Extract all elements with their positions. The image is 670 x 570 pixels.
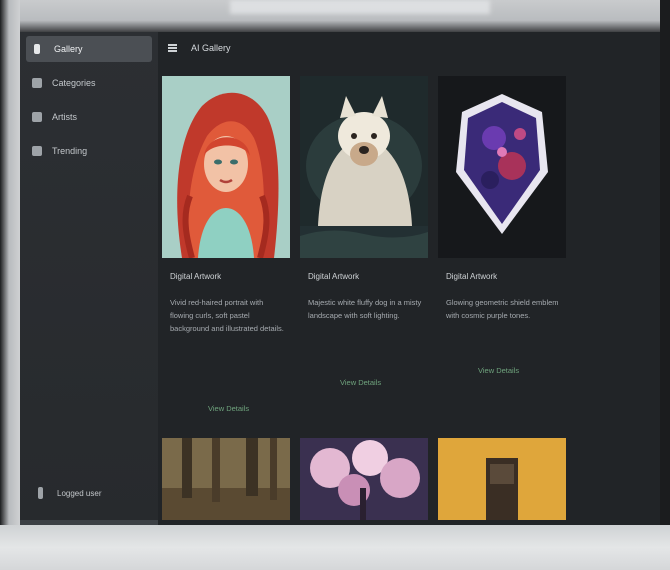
- red-hair-portrait-illustration: [162, 76, 290, 258]
- blossom-image: [300, 438, 428, 520]
- sidebar-item-label: Artists: [52, 112, 78, 122]
- white-dog-illustration: [300, 76, 428, 258]
- view-details-button[interactable]: View Details: [208, 404, 249, 413]
- artwork-card[interactable]: Digital Artwork Vivid red-haired portrai…: [162, 76, 290, 416]
- monitor-bezel-left: [0, 0, 20, 570]
- artwork-card[interactable]: Digital Artwork Glowing geometric shield…: [438, 76, 566, 416]
- user-label: Logged user: [57, 488, 102, 498]
- top-bar: AI Gallery: [158, 32, 660, 64]
- sidebar-item-label: Gallery: [54, 44, 83, 54]
- view-details-button[interactable]: View Details: [340, 378, 381, 387]
- page-title: AI Gallery: [191, 43, 231, 53]
- palette-icon: [32, 112, 42, 122]
- menu-icon[interactable]: [168, 44, 177, 52]
- artwork-image-portrait[interactable]: [162, 76, 290, 258]
- main-content: AI Gallery Digital Artwork Vivid red-hai…: [158, 32, 660, 526]
- sidebar-item-artists[interactable]: Artists: [26, 104, 152, 130]
- sidebar: Gallery Categories Artists Trending Logg…: [20, 32, 170, 526]
- sidebar-item-label: Categories: [52, 78, 96, 88]
- blossom-thumbnail[interactable]: [300, 438, 428, 520]
- grid-icon: [32, 78, 42, 88]
- monitor-bezel-top: [0, 0, 670, 34]
- monitor-bezel-bottom: [0, 525, 670, 570]
- forest-image: [162, 438, 290, 520]
- doorway-thumbnail[interactable]: [438, 438, 566, 520]
- user-icon: [38, 487, 43, 499]
- card-title: Digital Artwork: [308, 272, 360, 281]
- forest-thumbnail[interactable]: [162, 438, 290, 520]
- chart-icon: [32, 146, 42, 156]
- sidebar-item-gallery[interactable]: Gallery: [26, 36, 152, 62]
- monitor-bezel-right: [660, 0, 670, 570]
- card-description: Glowing geometric shield emblem with cos…: [446, 298, 559, 320]
- card-title: Digital Artwork: [446, 272, 498, 281]
- sidebar-user[interactable]: Logged user: [26, 482, 152, 504]
- gallery-icon: [34, 44, 40, 54]
- card-description: Vivid red-haired portrait with flowing c…: [170, 298, 284, 333]
- card-title: Digital Artwork: [170, 272, 222, 281]
- view-details-button[interactable]: View Details: [478, 366, 519, 375]
- screen-glare: [230, 0, 490, 14]
- card-description: Majestic white fluffy dog in a misty lan…: [308, 298, 422, 320]
- artwork-image-dog[interactable]: [300, 76, 428, 258]
- shield-emblem-illustration: [438, 76, 566, 258]
- sidebar-item-label: Trending: [52, 146, 88, 156]
- sidebar-item-categories[interactable]: Categories: [26, 70, 152, 96]
- app-window: Gallery Categories Artists Trending Logg…: [20, 32, 660, 526]
- doorway-image: [438, 438, 566, 520]
- artwork-card[interactable]: Digital Artwork Majestic white fluffy do…: [300, 76, 428, 416]
- sidebar-item-trending[interactable]: Trending: [26, 138, 152, 164]
- artwork-image-shield[interactable]: [438, 76, 566, 258]
